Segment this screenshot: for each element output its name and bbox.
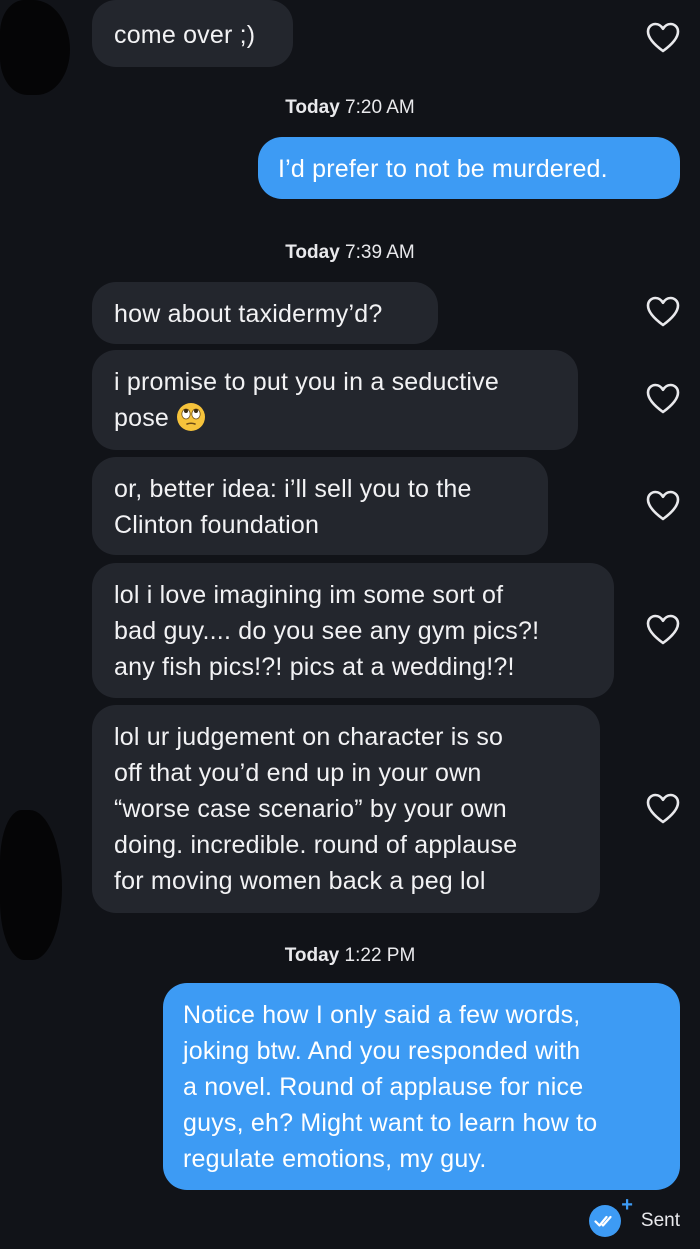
message-status: + Sent — [588, 1195, 680, 1237]
message-text: I’d prefer to not be murdered. — [278, 155, 608, 183]
redaction-blot-bottom — [0, 810, 62, 960]
message-text-line: Notice how I only said a few words, — [183, 1001, 581, 1029]
sent-label: Sent — [640, 1210, 680, 1231]
message-text-line: guys, eh? Might want to learn how to — [183, 1109, 598, 1137]
heart-outline-icon[interactable] — [646, 296, 680, 328]
heart-outline-icon[interactable] — [646, 793, 680, 825]
message-text-line: Clinton foundation — [114, 511, 320, 539]
message-text-line: a novel. Round of applause for nice — [183, 1073, 584, 1101]
redaction-blot-top — [0, 0, 70, 95]
outgoing-message[interactable]: Notice how I only said a few words, joki… — [163, 983, 680, 1190]
outgoing-message[interactable]: I’d prefer to not be murdered. — [258, 137, 680, 199]
eye-roll-emoji-icon — [177, 403, 206, 431]
message-text-line: joking btw. And you responded with — [183, 1037, 581, 1065]
message-text-line: “worse case scenario” by your own — [114, 795, 507, 823]
message-text-line: or, better idea: i’ll sell you to the — [114, 475, 472, 503]
message-text: how about taxidermy’d? — [114, 300, 383, 328]
message-text-line: bad guy.... do you see any gym pics?! — [114, 617, 540, 645]
message-text-line: off that you’d end up in your own — [114, 759, 482, 787]
incoming-message[interactable]: come over ;) — [92, 0, 293, 67]
message-text: come over ;) — [114, 21, 256, 49]
message-text-line: lol i love imagining im some sort of — [114, 581, 504, 609]
timestamp: Today 7:39 AM — [285, 242, 415, 263]
message-text-line: lol ur judgement on character is so — [114, 723, 504, 751]
heart-outline-icon[interactable] — [646, 383, 680, 415]
message-text-line: any fish pics!?! pics at a wedding!?! — [114, 653, 515, 681]
incoming-message[interactable]: or, better idea: i’ll sell you to the Cl… — [92, 457, 548, 555]
timestamp: Today 7:20 AM — [285, 97, 415, 118]
timestamp: Today 1:22 PM — [284, 945, 416, 966]
chat-screen: come over ;) Today 7:20 AM I’d prefer to… — [0, 0, 700, 1249]
message-text-line: pose — [114, 404, 170, 432]
incoming-message[interactable]: how about taxidermy’d? — [92, 282, 438, 344]
heart-outline-icon[interactable] — [646, 22, 680, 54]
message-text-line: regulate emotions, my guy. — [183, 1145, 487, 1173]
heart-outline-icon[interactable] — [646, 614, 680, 646]
message-text-line: doing. incredible. round of applause — [114, 831, 518, 859]
heart-outline-icon[interactable] — [646, 490, 680, 522]
incoming-message[interactable]: lol ur judgement on character is so off … — [92, 705, 600, 913]
message-text-line: for moving women back a peg lol — [114, 867, 486, 895]
incoming-message[interactable]: i promise to put you in a seductive pose — [92, 350, 578, 450]
double-check-icon: + — [588, 1195, 633, 1237]
plus-icon: + — [621, 1194, 633, 1216]
incoming-message[interactable]: lol i love imagining im some sort of bad… — [92, 563, 614, 698]
message-text-line: i promise to put you in a seductive — [114, 368, 499, 396]
